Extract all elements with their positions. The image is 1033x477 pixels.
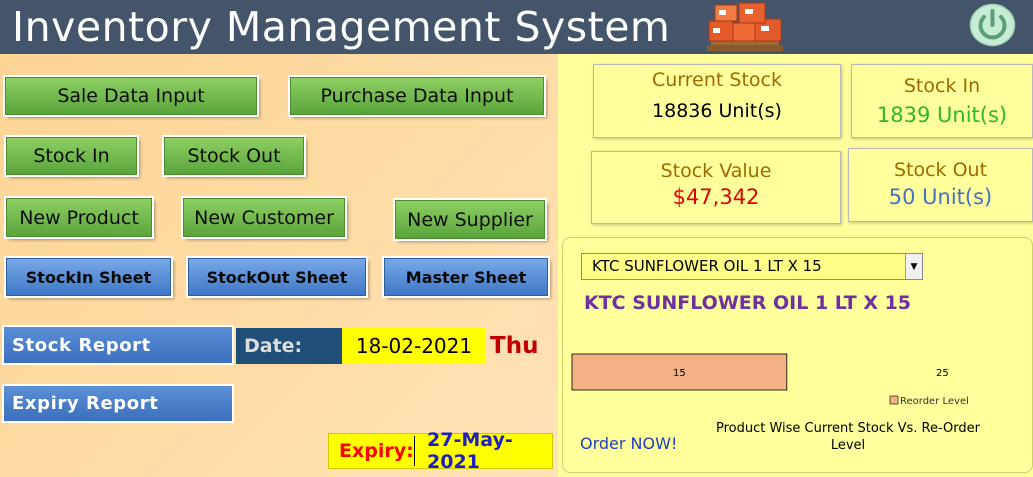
- date-label: Date:: [236, 328, 342, 364]
- expiry-report-button[interactable]: Expiry Report: [2, 384, 234, 423]
- new-product-button[interactable]: New Product: [6, 198, 152, 237]
- stock-out-button[interactable]: Stock Out: [164, 137, 304, 175]
- order-now-link[interactable]: Order NOW!: [580, 434, 677, 453]
- expiry-label: Expiry:: [339, 440, 414, 462]
- stock-in-card: Stock In 1839 Unit(s): [851, 64, 1033, 138]
- new-customer-button[interactable]: New Customer: [183, 198, 345, 237]
- stock-out-card: Stock Out 50 Unit(s): [848, 148, 1033, 222]
- app-title: Inventory Management System: [12, 3, 671, 51]
- stockout-sheet-button[interactable]: StockOut Sheet: [188, 258, 366, 296]
- stock-report-button[interactable]: Stock Report: [2, 325, 234, 365]
- expiry-value: 27-May-2021: [427, 429, 513, 473]
- stock-value-value: $47,342: [672, 185, 760, 209]
- stock-in-title: Stock In: [903, 75, 981, 97]
- stock-out-title: Stock Out: [893, 159, 988, 181]
- current-stock-title: Current Stock: [652, 69, 782, 91]
- stock-out-value: 50 Unit(s): [888, 185, 993, 209]
- purchase-data-input-button[interactable]: Purchase Data Input: [290, 77, 544, 115]
- stock-chart: 15 25 Reorder Level: [571, 353, 969, 407]
- product-select-value: KTC SUNFLOWER OIL 1 LT X 15: [592, 257, 822, 275]
- cargo-boxes-icon: [707, 2, 783, 51]
- legend-reorder-swatch: [889, 395, 899, 405]
- reorder-level-data-label: 25: [936, 368, 949, 379]
- stock-in-value: 1839 Unit(s): [876, 103, 1008, 127]
- expiry-box: Expiry: 27-May-2021: [328, 429, 553, 473]
- current-stock-data-label: 15: [673, 368, 686, 379]
- master-sheet-button[interactable]: Master Sheet: [384, 258, 548, 296]
- chevron-down-icon[interactable]: ▼: [905, 254, 922, 279]
- legend-reorder-label: Reorder Level: [900, 396, 969, 407]
- stockin-sheet-button[interactable]: StockIn Sheet: [6, 258, 171, 296]
- current-stock-value: 18836 Unit(s): [652, 100, 782, 122]
- current-stock-card: Current Stock 18836 Unit(s): [593, 64, 841, 138]
- product-name: KTC SUNFLOWER OIL 1 LT X 15: [584, 292, 912, 314]
- header-bar: Inventory Management System: [0, 0, 1033, 54]
- chart-title: Product Wise Current Stock Vs. Re-Order …: [715, 421, 981, 453]
- product-select[interactable]: KTC SUNFLOWER OIL 1 LT X 15 ▼: [581, 253, 923, 280]
- day-value: Thu: [490, 333, 539, 359]
- date-value: 18-02-2021: [342, 328, 486, 364]
- stock-value-card: Stock Value $47,342: [591, 151, 841, 224]
- power-icon[interactable]: [969, 3, 1016, 47]
- new-supplier-button[interactable]: New Supplier: [395, 200, 545, 239]
- stock-in-button[interactable]: Stock In: [6, 137, 137, 175]
- stock-value-title: Stock Value: [660, 160, 772, 182]
- sale-data-input-button[interactable]: Sale Data Input: [5, 77, 257, 115]
- expiry-divider: [414, 436, 415, 466]
